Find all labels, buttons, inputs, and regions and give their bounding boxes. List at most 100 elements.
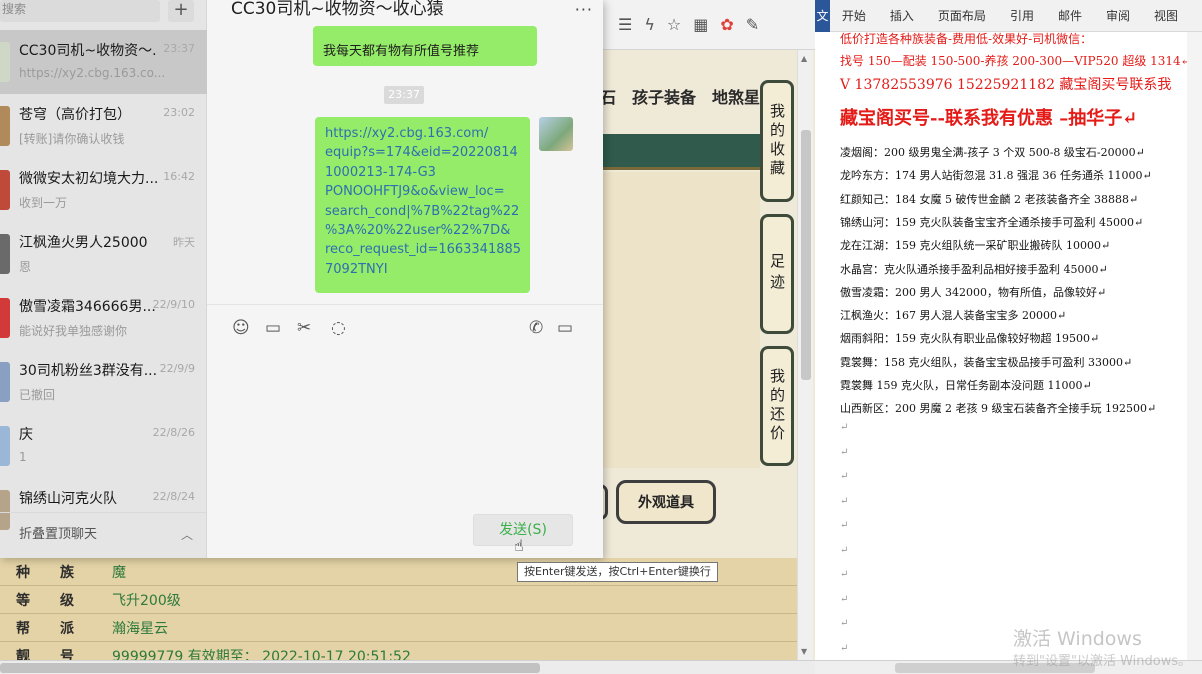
chat-list-item[interactable]: 30司机粉丝3群没有... 已撤回 22/9/9 [0,350,207,414]
star-icon[interactable]: ☆ [667,15,681,34]
tab-insert[interactable]: 插入 [890,7,914,24]
chat-name: 江枫渔火男人25000 [19,235,148,251]
link-text-line[interactable]: PONOOHFTJ9&o&view_loc= [325,182,530,201]
link-text-line[interactable]: reco_request_id=1663341885 [325,240,530,259]
avatar[interactable] [539,117,573,151]
chat-time: 16:42 [163,170,195,183]
chat-list-item[interactable]: 江枫渔火男人25000 恩 昨天 [0,222,207,286]
side-tab-favorites-label: 我的收藏 [768,103,786,179]
chat-name: 傲雪凌霜346666男... [19,299,156,315]
message-text: 我每天都有物有所值号推荐 [323,44,480,59]
side-tab-my-offers[interactable]: 我的还价 [760,346,794,466]
phone-icon[interactable]: ✆ [529,318,543,338]
doc-line: 凌烟阁：200 级男鬼全满-孩子 3 个双 500-8 级宝石-20000↵ [840,146,1145,159]
chat-preview: 能说好我单独感谢你 [19,324,128,338]
browser-horizontal-scrollbar[interactable] [0,660,815,674]
emoji-icon[interactable]: ☺ [232,318,250,338]
tab-layout[interactable]: 页面布局 [938,7,986,24]
info-value: 飞升200级 [112,592,181,609]
side-tab-footprint[interactable]: 足迹 [760,214,794,334]
wrench-icon[interactable]: ✎ [746,15,759,34]
avatar[interactable] [0,170,10,210]
scroll-thumb[interactable] [0,663,540,673]
doc-line: 龙吟东方：174 男人站街忽混 31.8 强混 36 任务通杀 11000↵ [840,169,1152,183]
more-icon[interactable]: ··· [575,0,593,19]
game-content-panel [600,172,760,468]
doc-line: 找号 150—配装 150-500-养孩 200-300—VIP520 超级 1… [840,54,1191,68]
side-tab-favorites[interactable]: 我的收藏 [760,80,794,202]
link-text-line[interactable]: %3A%20%22user%22%7D& [325,221,530,240]
scroll-thumb[interactable] [801,130,811,380]
tab-home[interactable]: 开始 [842,7,866,24]
link-text-line[interactable]: equip?s=174&eid=20220814 [325,143,530,162]
document-scrollbar[interactable] [1187,32,1202,660]
avatar[interactable] [0,234,10,274]
send-tooltip: 按Enter键发送，按Ctrl+Enter键换行 [517,562,718,582]
doc-line: 傲雪凌霜：200 男人 342000，物有所值，品像较好↵ [840,285,1107,299]
chat-list-item[interactable]: 苍穹（高价打包） [转账]请你确认收钱 23:02 [0,94,207,158]
grid-icon[interactable]: ▦ [693,15,708,34]
chat-time: 23:02 [163,106,195,119]
link-text-line[interactable]: 7092TNYI [325,260,530,279]
tab-file[interactable]: 文件 [815,0,830,55]
link-text-line[interactable]: https://xy2.cbg.163.com/ [325,124,530,143]
avatar[interactable] [0,42,10,82]
chat-preview: https://xy2.cbg.163.co... [19,66,166,80]
avatar[interactable] [0,362,10,402]
paragraph-mark: ↵ [840,593,849,605]
game-category-tabs: 石 孩子装备 地煞星 [600,84,760,114]
message-bubble: 我每天都有物有所值号推荐 [313,26,537,66]
video-icon[interactable]: ▭ [557,318,573,338]
link-text-line[interactable]: search_cond|%7B%22tag%22 [325,202,530,221]
avatar[interactable] [0,298,10,338]
game-icon[interactable]: ✿ [720,15,733,34]
tab-earth-star[interactable]: 地煞星 [712,84,760,114]
chat-bubble-icon[interactable]: ◌ [331,318,346,338]
add-chat-button[interactable]: + [168,0,194,22]
tab-child-equipment[interactable]: 孩子装备 [632,84,696,114]
doc-line: 锦绣山河：159 克火队装备宝宝齐全通杀接手可盈利 45000↵ [840,215,1144,229]
paragraph-mark: ↵ [840,520,849,531]
game-side-tabs: 我的收藏 足迹 我的还价 [756,76,796,468]
chat-list-item[interactable]: CC30司机~收物资～... https://xy2.cbg.163.co... 2… [0,30,207,94]
chat-list-item[interactable]: 傲雪凌霜346666男... 能说好我单独感谢你 22/9/10 [0,286,207,350]
tab-references[interactable]: 引用 [1010,7,1034,24]
avatar[interactable] [0,426,10,466]
tab-mailings[interactable]: 邮件 [1058,7,1082,24]
chat-list-item[interactable]: 微微安太初幻境大力... 收到一万 16:42 [0,158,207,222]
appearance-items-button[interactable]: 外观道具 [616,480,716,524]
chat-preview: 收到一万 [19,196,68,210]
word-window: 文件 开始 插入 页面布局 引用 邮件 审阅 视图 低价打造各种族装备-费用低-… [815,0,1202,674]
document-page[interactable]: 低价打造各种族装备-费用低-效果好-司机微信： 找号 150—配装 150-50… [815,32,1202,660]
tab-view[interactable]: 视图 [1154,7,1178,24]
chat-list-item[interactable]: 庆 1 22/8/26 [0,414,207,478]
avatar[interactable] [0,106,10,146]
doc-line: 霓裳舞：158 克火组队，装备宝宝极品接手可盈利 33000↵ [840,355,1133,369]
link-text-line[interactable]: 1000213-174-G3 [325,163,530,182]
chat-preview: 1 [19,450,27,464]
fold-pinned-chats[interactable]: 折叠置顶聊天 ︿ [0,512,207,556]
chat-name: 苍穹（高价打包） [19,107,131,123]
fold-label: 折叠置顶聊天 [19,527,98,542]
chat-preview: 恩 [19,260,32,274]
game-header-band [600,134,760,170]
info-row-guild: 帮 派 瀚海星云 [0,614,797,642]
doc-heading: 藏宝阁买号--联系我有优惠 –抽华子↵ [840,108,1138,129]
tab-review[interactable]: 审阅 [1106,7,1130,24]
folder-icon[interactable]: ▭ [265,318,281,338]
scroll-down-icon[interactable]: ▼ [801,647,807,656]
chat-time: 23:37 [163,42,195,55]
doc-line: 山西新区：200 男魔 2 老孩 9 级宝石装备齐全接手玩 192500↵ [840,402,1157,416]
chat-time: 22/8/26 [152,426,195,439]
scissors-icon[interactable]: ✂ [297,318,311,338]
lightning-icon[interactable]: ϟ [644,15,655,34]
chat-preview: 已撤回 [19,388,56,402]
activation-watermark: 激活 Windows [1013,628,1142,650]
browser-scrollbar[interactable]: ▲ ▼ [797,50,813,660]
scroll-up-icon[interactable]: ▲ [801,54,807,63]
search-input[interactable]: 搜索 [0,0,160,22]
link-message-bubble[interactable]: https://xy2.cbg.163.com/equip?s=174&eid=… [315,117,530,293]
hamburger-icon[interactable]: ☰ [618,15,632,34]
link-message-text[interactable]: https://xy2.cbg.163.com/equip?s=174&eid=… [325,124,530,279]
info-value: 99999779 有效期至： 2022-10-17 20:51:52 [112,648,411,661]
